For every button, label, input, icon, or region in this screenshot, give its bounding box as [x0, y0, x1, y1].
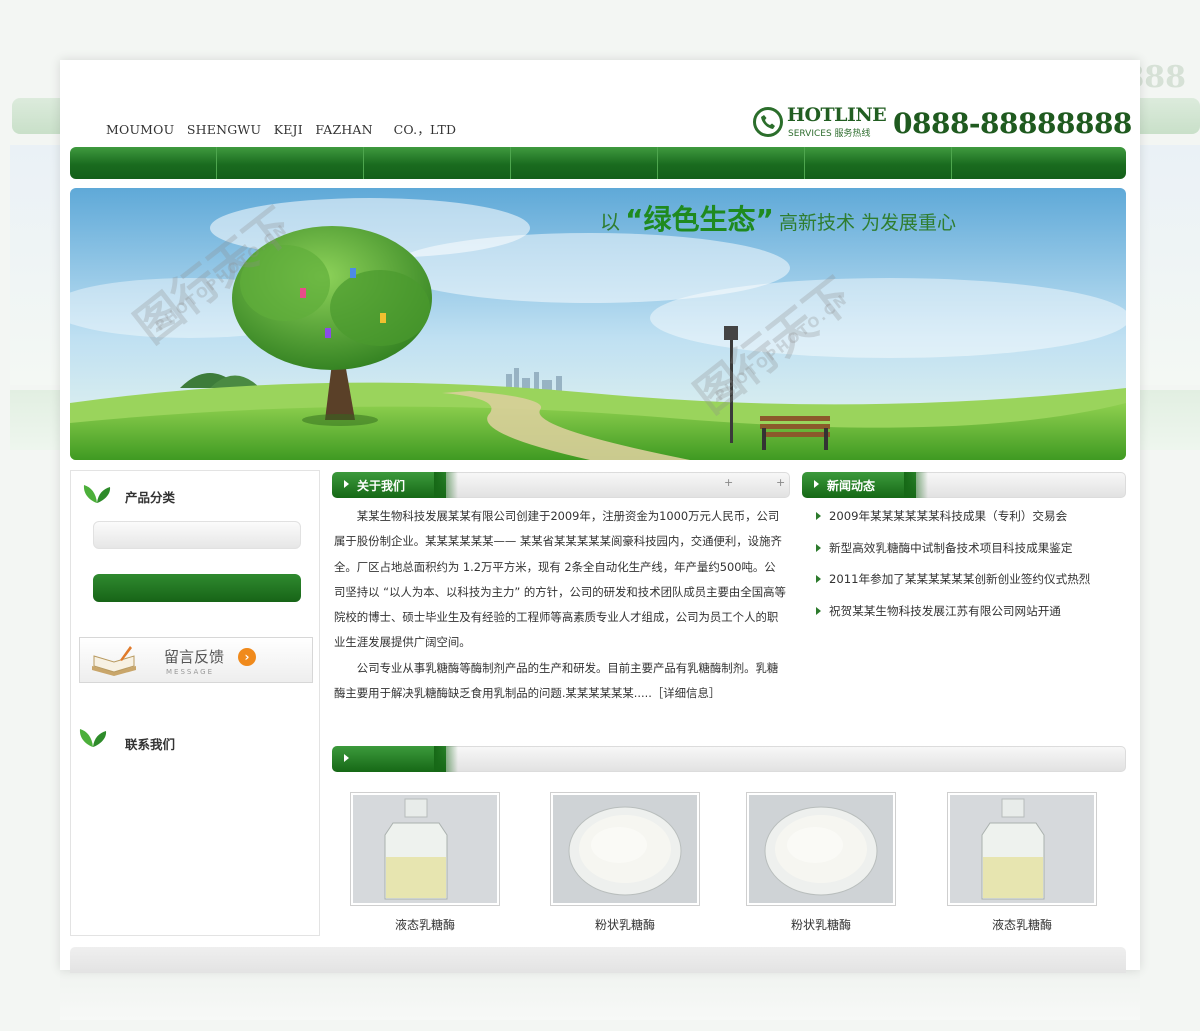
- contact-title: 联系我们: [125, 737, 176, 752]
- products-tab[interactable]: [332, 746, 458, 772]
- category-title: 产品分类: [125, 490, 176, 505]
- triangle-right-icon: [344, 480, 349, 488]
- nav-item-5[interactable]: [658, 147, 805, 179]
- news-item[interactable]: 2009年某某某某某某科技成果（专利）交易会: [812, 504, 1132, 536]
- nav-item-4[interactable]: [511, 147, 658, 179]
- liquid-bottle-image: [950, 795, 1094, 903]
- footer-bar: [70, 947, 1126, 973]
- product-grid: 液态乳糖酶 粉状乳糖酶 粉状乳糖酶 液态乳糖酶: [350, 792, 1110, 942]
- products-section-bar: [332, 746, 1126, 772]
- arrow-right-icon: ›: [238, 648, 256, 666]
- triangle-right-icon: [344, 754, 349, 762]
- leaf-icon: [83, 485, 111, 503]
- product-image[interactable]: [350, 792, 500, 906]
- hotline-block: HOTLINE SERVICES 服务热线 0888-88888888: [753, 104, 1132, 144]
- hotline-subtitle: SERVICES 服务热线: [788, 129, 871, 139]
- hotline-phone: 0888-88888888: [893, 107, 1132, 140]
- sidebar: 产品分类 留言反馈 MESSAGE › 联系我们: [70, 470, 320, 936]
- page-card: MOUMOU SHENGWU KEJI FAZHAN CO.，LTD HOTLI…: [60, 60, 1140, 973]
- product-name[interactable]: 粉状乳糖酶: [746, 916, 896, 933]
- backdrop-footer: [60, 968, 1140, 1020]
- product-name[interactable]: 粉状乳糖酶: [550, 916, 700, 933]
- company-name: MOUMOU SHENGWU KEJI FAZHAN CO.，LTD: [106, 122, 457, 137]
- news-list: 2009年某某某某某某科技成果（专利）交易会 新型高效乳糖酶中试制备技术项目科技…: [812, 504, 1132, 630]
- product-image[interactable]: [550, 792, 700, 906]
- leaf-icon: [79, 729, 107, 747]
- liquid-bottle-image: [353, 795, 497, 903]
- plus-icon: +: [724, 476, 734, 489]
- nav-item-2[interactable]: [217, 147, 364, 179]
- banner-landscape: [70, 188, 1126, 460]
- nav-item-3[interactable]: [364, 147, 511, 179]
- news-item[interactable]: 祝贺某某生物科技发展江苏有限公司网站开通: [812, 599, 1132, 631]
- about-tab-label: 关于我们: [357, 479, 406, 493]
- message-subtitle: MESSAGE: [166, 668, 214, 676]
- nav-item-1[interactable]: [70, 147, 217, 179]
- slogan-highlight: “绿色生态”: [625, 203, 774, 236]
- category-item-1[interactable]: [93, 521, 301, 549]
- triangle-right-icon: [814, 480, 819, 488]
- product-card[interactable]: 液态乳糖酶: [350, 792, 500, 933]
- product-image[interactable]: [947, 792, 1097, 906]
- product-card[interactable]: 粉状乳糖酶: [746, 792, 896, 933]
- about-paragraph-1: 某某生物科技发展某某有限公司创建于2009年，注册资金为1000万元人民币，公司…: [334, 509, 786, 650]
- message-feedback-button[interactable]: 留言反馈 MESSAGE ›: [79, 637, 313, 683]
- news-tab-label: 新闻动态: [827, 479, 876, 493]
- product-card[interactable]: 液态乳糖酶: [947, 792, 1097, 933]
- news-item[interactable]: 2011年参加了某某某某某某创新创业签约仪式热烈: [812, 567, 1132, 599]
- banner-slogan: 以 “绿色生态” 高新技术 为发展重心: [600, 198, 956, 238]
- slogan-suffix: 高新技术 为发展重心: [779, 212, 957, 234]
- news-item[interactable]: 新型高效乳糖酶中试制备技术项目科技成果鉴定: [812, 536, 1132, 568]
- news-tab[interactable]: 新闻动态: [802, 472, 928, 498]
- powder-dish-image: [553, 795, 697, 903]
- product-name[interactable]: 液态乳糖酶: [350, 916, 500, 933]
- hotline-word: HOTLINE: [787, 104, 887, 126]
- hero-banner: 以 “绿色生态” 高新技术 为发展重心: [70, 188, 1126, 460]
- category-item-2[interactable]: [93, 574, 301, 602]
- product-image[interactable]: [746, 792, 896, 906]
- about-text: 某某生物科技发展某某有限公司创建于2009年，注册资金为1000万元人民币，公司…: [334, 504, 786, 706]
- phone-icon: [753, 107, 783, 137]
- message-title: 留言反馈: [164, 648, 225, 666]
- plus-icon: +: [776, 476, 786, 489]
- about-section-bar: 关于我们 + +: [332, 472, 790, 498]
- book-quill-icon: [92, 646, 136, 676]
- slogan-prefix: 以: [600, 210, 620, 234]
- product-card[interactable]: 粉状乳糖酶: [550, 792, 700, 933]
- product-name[interactable]: 液态乳糖酶: [947, 916, 1097, 933]
- nav-item-7[interactable]: [952, 147, 1099, 179]
- about-paragraph-2: 公司专业从事乳糖酶等酶制剂产品的生产和研发。目前主要产品有乳糖酶制剂。乳糖酶主要…: [334, 660, 779, 701]
- nav-item-6[interactable]: [805, 147, 952, 179]
- main-navbar: [70, 147, 1126, 179]
- about-tab[interactable]: 关于我们: [332, 472, 458, 498]
- powder-dish-image: [749, 795, 893, 903]
- news-section-bar: 新闻动态: [802, 472, 1126, 498]
